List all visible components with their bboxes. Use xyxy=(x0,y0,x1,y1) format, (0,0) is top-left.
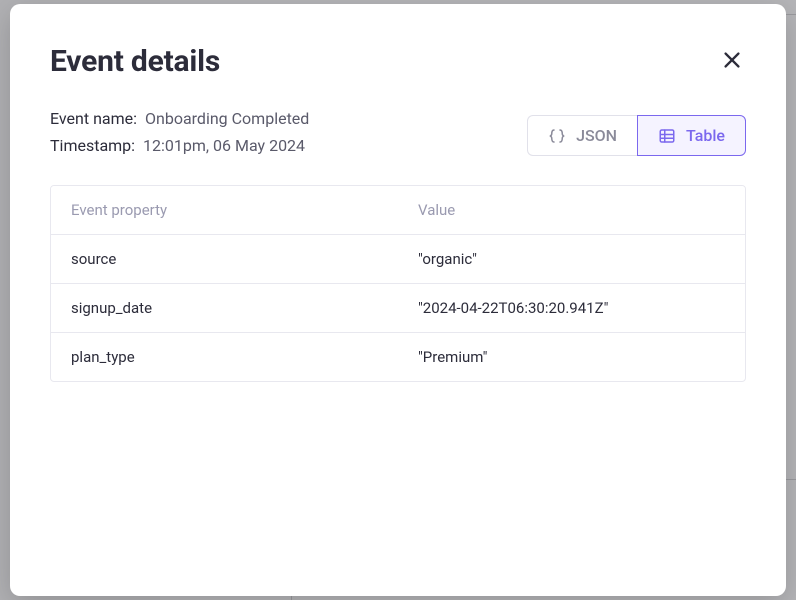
header-property: Event property xyxy=(51,186,398,234)
event-details-modal: Event details Event name: Onboarding Com… xyxy=(10,4,786,596)
table-row: plan_type "Premium" xyxy=(51,333,745,381)
property-cell: signup_date xyxy=(51,284,398,332)
json-icon xyxy=(548,127,566,145)
header-value: Value xyxy=(398,186,745,234)
value-cell: "2024-04-22T06:30:20.941Z" xyxy=(398,284,745,332)
table-row: signup_date "2024-04-22T06:30:20.941Z" xyxy=(51,284,745,333)
properties-table: Event property Value source "organic" si… xyxy=(50,185,746,382)
timestamp-line: Timestamp: 12:01pm, 06 May 2024 xyxy=(50,132,309,159)
timestamp-label: Timestamp: xyxy=(50,132,135,159)
modal-header: Event details xyxy=(50,44,746,79)
modal-title: Event details xyxy=(50,44,220,79)
table-header: Event property Value xyxy=(51,186,745,235)
table-toggle-label: Table xyxy=(686,126,725,145)
meta-row: Event name: Onboarding Completed Timesta… xyxy=(50,105,746,159)
table-icon xyxy=(658,127,676,145)
event-name-line: Event name: Onboarding Completed xyxy=(50,105,309,132)
property-cell: plan_type xyxy=(51,333,398,381)
json-toggle-label: JSON xyxy=(576,126,617,145)
timestamp-value: 12:01pm, 06 May 2024 xyxy=(143,132,305,159)
event-name-label: Event name: xyxy=(50,105,137,132)
json-toggle-button[interactable]: JSON xyxy=(527,115,637,156)
table-toggle-button[interactable]: Table xyxy=(637,115,746,156)
close-button[interactable] xyxy=(718,46,746,74)
value-cell: "Premium" xyxy=(398,333,745,381)
event-name-value: Onboarding Completed xyxy=(145,105,309,132)
close-icon xyxy=(721,49,743,71)
view-toggle: JSON Table xyxy=(527,115,746,156)
meta-info: Event name: Onboarding Completed Timesta… xyxy=(50,105,309,159)
table-row: source "organic" xyxy=(51,235,745,284)
property-cell: source xyxy=(51,235,398,283)
value-cell: "organic" xyxy=(398,235,745,283)
